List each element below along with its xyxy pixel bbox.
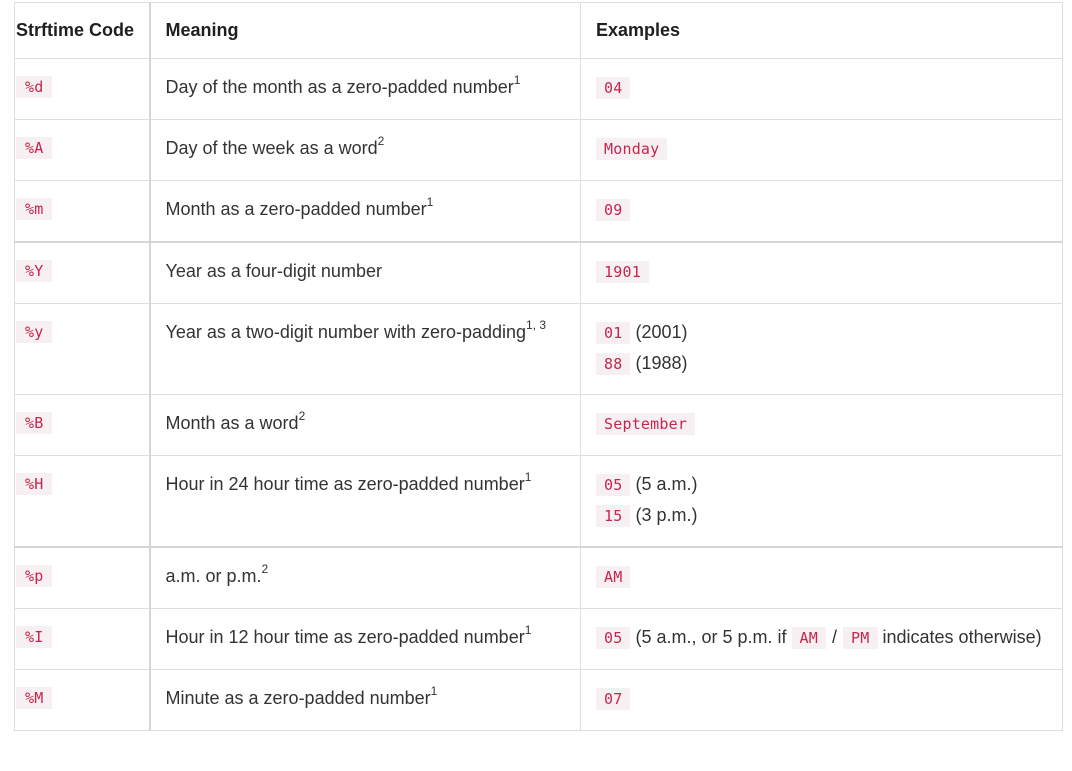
example-note: indicates otherwise)	[882, 627, 1042, 647]
footnote-ref: 2	[261, 562, 269, 576]
table-row: %d Day of the month as a zero-padded num…	[14, 58, 1063, 120]
footnote-ref: 2	[298, 409, 306, 423]
example-note: (5 a.m., or 5 p.m. if	[635, 627, 787, 647]
example-value: 1901	[596, 261, 649, 283]
example-note: (5 a.m.)	[635, 474, 698, 494]
example-value: September	[596, 413, 696, 435]
slash-separator: /	[832, 627, 838, 647]
footnote-ref: 1	[513, 73, 521, 87]
code-value: %y	[16, 321, 53, 343]
example-value: 05	[596, 627, 631, 649]
table-row: %H Hour in 24 hour time as zero-padded n…	[14, 455, 1063, 548]
table-row: %y Year as a two-digit number with zero-…	[14, 303, 1063, 395]
code-value: %A	[16, 137, 53, 159]
meaning-text: Day of the week as a word	[165, 138, 378, 158]
example-value: 09	[596, 199, 631, 221]
code-value: %d	[16, 76, 53, 98]
footnote-ref: 2	[377, 134, 385, 148]
header-code: Strftime Code	[14, 2, 150, 59]
meaning-text: Month as a word	[165, 413, 299, 433]
example-value: 04	[596, 77, 631, 99]
strftime-table: Strftime Code Meaning Examples %d Day of…	[14, 2, 1063, 731]
example-value: 88	[596, 353, 631, 375]
example-note: (2001)	[635, 322, 688, 342]
meaning-text: Month as a zero-padded number	[165, 199, 427, 219]
example-value: 01	[596, 322, 631, 344]
meaning-text: Year as a two-digit number with zero-pad…	[165, 322, 527, 342]
code-value: %H	[16, 473, 53, 495]
meaning-text: Year as a four-digit number	[165, 261, 382, 281]
code-value: %B	[16, 412, 53, 434]
example-value: AM	[596, 566, 631, 588]
table-row: %Y Year as a four-digit number 1901	[14, 241, 1063, 304]
meaning-text: Hour in 24 hour time as zero-padded numb…	[165, 474, 525, 494]
table-row: %I Hour in 12 hour time as zero-padded n…	[14, 608, 1063, 670]
code-value: %Y	[16, 260, 53, 282]
example-note: (1988)	[635, 353, 688, 373]
header-row: Strftime Code Meaning Examples	[14, 2, 1063, 59]
meaning-text: Minute as a zero-padded number	[165, 688, 431, 708]
footnote-ref: 1	[430, 684, 438, 698]
footnote-ref: 1	[524, 470, 532, 484]
example-value: Monday	[596, 138, 668, 160]
example-note: (3 p.m.)	[635, 505, 698, 525]
footnote-ref: 1, 3	[526, 318, 547, 332]
header-examples: Examples	[580, 2, 1063, 59]
table-row: %p a.m. or p.m.2 AM	[14, 546, 1063, 609]
example-value: 05	[596, 474, 631, 496]
code-value: %M	[16, 687, 53, 709]
example-value: AM	[791, 627, 827, 649]
example-value: 15	[596, 505, 631, 527]
code-value: %p	[16, 565, 53, 587]
meaning-text: Day of the month as a zero-padded number	[165, 77, 514, 97]
table-row: %A Day of the week as a word2 Monday	[14, 119, 1063, 181]
meaning-text: a.m. or p.m.	[165, 566, 262, 586]
example-value: PM	[843, 627, 878, 649]
table-row: %m Month as a zero-padded number1 09	[14, 180, 1063, 243]
code-value: %m	[16, 198, 53, 220]
code-value: %I	[16, 626, 53, 648]
footnote-ref: 1	[426, 195, 434, 209]
footnote-ref: 1	[524, 623, 532, 637]
table-row: %B Month as a word2 September	[14, 394, 1063, 456]
table-row: %M Minute as a zero-padded number1 07	[14, 669, 1063, 731]
header-meaning: Meaning	[148, 2, 581, 59]
meaning-text: Hour in 12 hour time as zero-padded numb…	[165, 627, 525, 647]
example-value: 07	[596, 688, 631, 710]
